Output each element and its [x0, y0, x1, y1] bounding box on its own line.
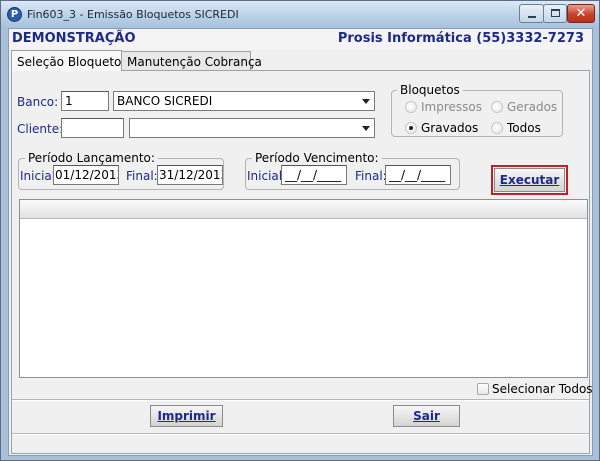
lanc-inicial-input[interactable]: 01/12/2013: [53, 165, 119, 185]
banco-label: Banco:: [17, 95, 59, 109]
separator: [12, 399, 589, 401]
bloquetos-group: Bloquetos Impressos Gerados Gravados Tod…: [391, 83, 563, 137]
imprimir-button[interactable]: Imprimir: [150, 405, 223, 427]
title-bar[interactable]: P Fin603_3 - Emissão Bloquetos SICREDI ✕: [1, 1, 599, 28]
periodo-lancamento-legend: Período Lançamento:: [25, 151, 158, 165]
app-icon: P: [7, 7, 22, 22]
sair-button[interactable]: Sair: [393, 405, 460, 427]
venc-final-label: Final:: [355, 169, 387, 183]
radio-gravados[interactable]: [405, 122, 417, 134]
minimize-icon: [528, 16, 536, 18]
banco-select[interactable]: BANCO SICREDI: [113, 91, 375, 111]
radio-gerados-label: Gerados: [507, 100, 558, 114]
chevron-down-icon: [362, 99, 370, 104]
cliente-label: Cliente:: [17, 122, 64, 136]
radio-gerados[interactable]: [491, 101, 503, 113]
radio-todos[interactable]: [491, 122, 503, 134]
vendor-info: Prosis Informática (55)3332-7273: [337, 31, 584, 46]
cliente-select[interactable]: [129, 118, 375, 138]
chevron-down-icon: [362, 126, 370, 131]
tab-manutencao-cobranca[interactable]: Manutenção Cobrança: [121, 51, 262, 71]
venc-inicial-input[interactable]: __/__/____: [281, 165, 347, 185]
status-separator: [12, 433, 589, 435]
grid-header: [20, 200, 587, 219]
periodo-vencimento-legend: Período Vencimento:: [252, 151, 382, 165]
banco-code-input[interactable]: 1: [61, 91, 109, 111]
banco-select-value: BANCO SICREDI: [117, 94, 213, 108]
window-title: Fin603_3 - Emissão Bloquetos SICREDI: [27, 8, 239, 21]
close-icon: ✕: [575, 6, 587, 21]
close-button[interactable]: ✕: [567, 4, 595, 23]
periodo-lancamento-group: Período Lançamento: Inicial: 01/12/2013 …: [18, 151, 224, 190]
lanc-final-input[interactable]: 31/12/2013: [157, 165, 223, 185]
select-all-label: Selecionar Todos: [492, 382, 593, 396]
header-bar: DEMONSTRAÇÃO Prosis Informática (55)3332…: [9, 29, 592, 49]
minimize-button[interactable]: [519, 4, 544, 23]
tab-panel: Banco: 1 BANCO SICREDI Cliente: Bloqueto…: [11, 70, 593, 454]
radio-impressos[interactable]: [405, 101, 417, 113]
results-grid[interactable]: [19, 199, 588, 378]
radio-impressos-label: Impressos: [421, 100, 482, 114]
lanc-final-label: Final:: [126, 169, 158, 183]
cliente-code-input[interactable]: [61, 118, 124, 138]
window-client: DEMONSTRAÇÃO Prosis Informática (55)3332…: [8, 28, 593, 456]
venc-final-input[interactable]: __/__/____: [385, 165, 451, 185]
radio-gravados-label: Gravados: [421, 121, 479, 135]
executar-button[interactable]: Executar: [491, 165, 568, 195]
maximize-icon: [551, 9, 560, 17]
radio-todos-label: Todos: [507, 121, 541, 135]
maximize-button[interactable]: [543, 4, 567, 23]
app-window: P Fin603_3 - Emissão Bloquetos SICREDI ✕…: [0, 0, 600, 461]
tab-selecao-bloqueto[interactable]: Seleção Bloqueto: [11, 50, 122, 71]
bloquetos-legend: Bloquetos: [397, 83, 463, 97]
periodo-vencimento-group: Período Vencimento: Inicial: __/__/____ …: [245, 151, 460, 190]
company-name: DEMONSTRAÇÃO: [12, 31, 136, 46]
select-all-checkbox[interactable]: [477, 383, 489, 395]
